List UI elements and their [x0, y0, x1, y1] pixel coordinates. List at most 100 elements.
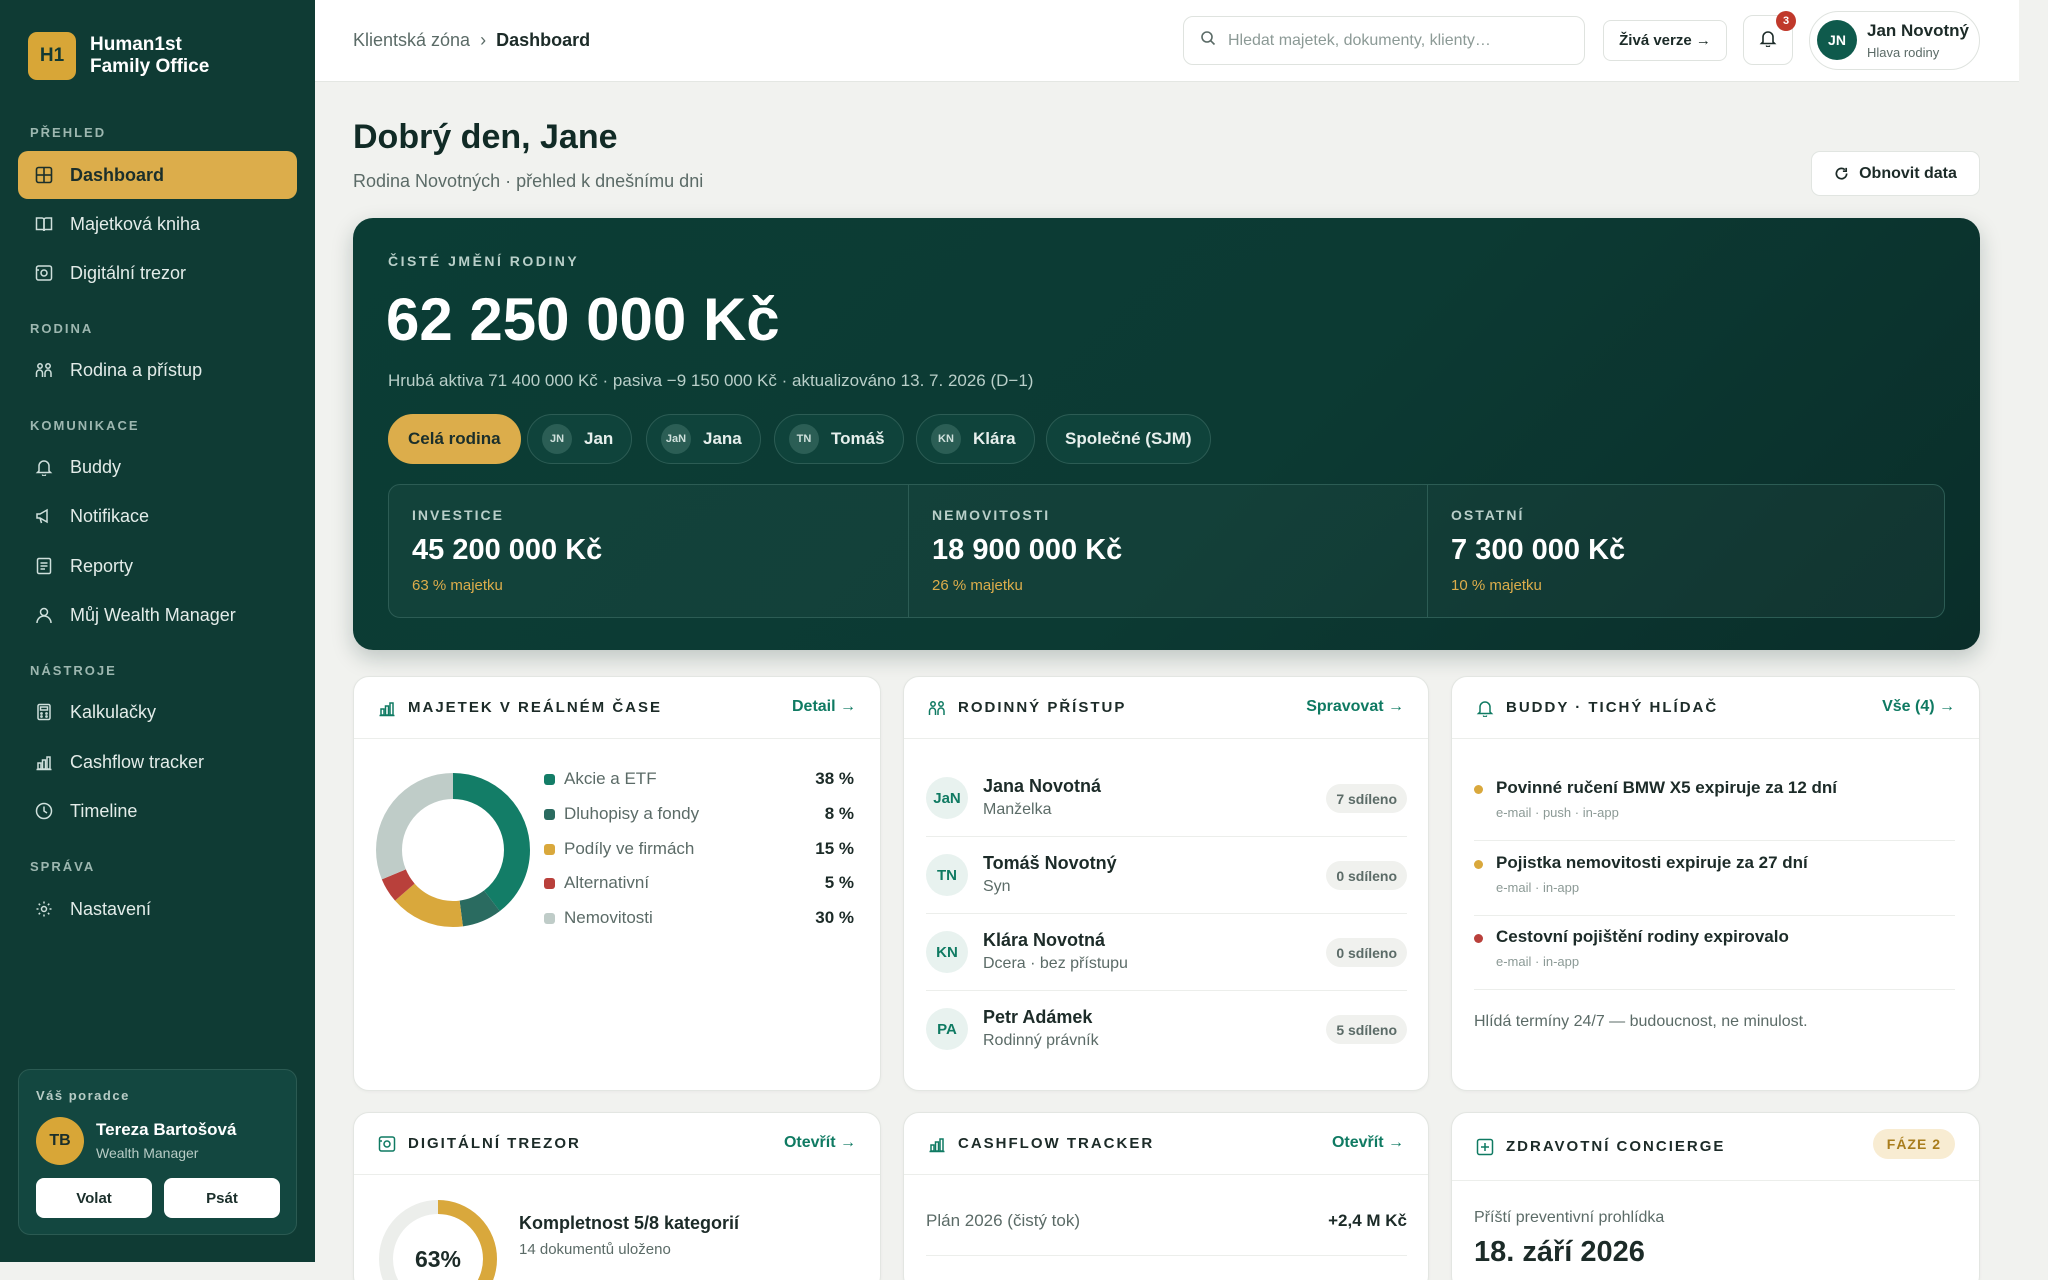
search-box[interactable] [1183, 16, 1585, 65]
vault-docs-count: 14 dokumentů uloženo [519, 1241, 671, 1258]
sidebar-item-majetkova-kniha[interactable]: Majetková kniha [18, 200, 297, 248]
legend-swatch [544, 878, 555, 889]
list-item[interactable]: TN Tomáš Novotný Syn 0 sdíleno [926, 838, 1407, 914]
brand-name-line1: Human1st [90, 34, 182, 55]
avatar: PA [926, 1008, 968, 1050]
legend-value: 15 % [815, 839, 854, 858]
buddy-note: Hlídá termíny 24/7 — budoucnost, ne minu… [1474, 1013, 1808, 1030]
megaphone-icon [34, 506, 54, 526]
user-menu[interactable]: JN Jan Novotný Hlava rodiny [1809, 11, 1980, 70]
sidebar-item-reporty[interactable]: Reporty [18, 542, 297, 590]
sidebar-item-label: Majetková kniha [70, 213, 201, 234]
sidebar-item-timeline[interactable]: Timeline [18, 787, 297, 835]
stat-value: 7 300 000 Kč [1451, 534, 1626, 566]
list-item[interactable]: JaN Jana Novotná Manželka 7 sdíleno [926, 761, 1407, 837]
nav-section-komunikace: KOMUNIKACE [30, 418, 140, 433]
alert-item[interactable]: Pojistka nemovitosti expiruje za 27 dní … [1474, 841, 1955, 916]
cashflow-row-label: Plán 2026 (čistý tok) [926, 1211, 1081, 1230]
search-icon [1200, 30, 1216, 51]
legend-item: Podíly ve firmách 15 % [544, 839, 854, 861]
all-alerts-link[interactable]: Vše (4) → [1882, 698, 1955, 716]
cashflow-card: CASHFLOW TRACKER Otevřít → Plán 2026 (či… [903, 1112, 1429, 1280]
sidebar-item-cashflow-tracker[interactable]: Cashflow tracker [18, 738, 297, 786]
user-icon [34, 605, 54, 625]
alert-item[interactable]: Cestovní pojištění rodiny expirovalo e-m… [1474, 915, 1955, 990]
refresh-button[interactable]: Obnovit data [1811, 151, 1980, 196]
family-icon [34, 360, 54, 380]
legend-label: Nemovitosti [564, 908, 653, 927]
live-version-button[interactable]: Živá verze → [1603, 20, 1727, 61]
alert-title: Cestovní pojištění rodiny expirovalo [1496, 927, 1789, 946]
legend-label: Akcie a ETF [564, 769, 657, 788]
member-name: Klára Novotná [983, 930, 1106, 950]
health-icon [1476, 1138, 1494, 1156]
sidebar-item-buddy[interactable]: Buddy [18, 443, 297, 491]
legend-value: 5 % [824, 873, 854, 892]
user-role: Hlava rodiny [1867, 45, 1940, 60]
sidebar-item-kalkulacky[interactable]: Kalkulačky [18, 688, 297, 736]
nav-section-nastroje: NÁSTROJE [30, 663, 117, 678]
sidebar-item-label: Rodina a přístup [70, 359, 203, 380]
avatar: JaN [926, 777, 968, 819]
sidebar-item-wealth-manager[interactable]: Můj Wealth Manager [18, 591, 297, 639]
sidebar-item-dashboard[interactable]: Dashboard [18, 151, 297, 199]
family-icon [928, 699, 946, 717]
chip-label: Klára [973, 429, 1016, 448]
assets-donut-chart [376, 773, 530, 927]
sidebar-item-label: Reporty [70, 555, 134, 576]
sidebar-item-label: Můj Wealth Manager [70, 604, 236, 625]
stat-percent: 63 % majetku [412, 577, 503, 594]
list-item[interactable]: KN Klára Novotná Dcera · bez přístupu 0 … [926, 915, 1407, 991]
chip-label: Jan [584, 429, 614, 448]
legend-swatch [544, 913, 555, 924]
sidebar-item-nastaveni[interactable]: Nastavení [18, 885, 297, 933]
legend-value: 38 % [815, 769, 854, 788]
alert-status-dot [1474, 934, 1483, 943]
sidebar-item-digitalni-trezor[interactable]: Digitální trezor [18, 249, 297, 297]
breadcrumb-root[interactable]: Klientská zóna [353, 30, 470, 51]
filter-chip-klara[interactable]: KN Klára [916, 414, 1035, 464]
filter-chip-cela-rodina[interactable]: Celá rodina [388, 414, 521, 464]
open-vault-link[interactable]: Otevřít → [784, 1134, 856, 1152]
legend-swatch [544, 844, 555, 855]
sidebar-item-notifikace[interactable]: Notifikace [18, 492, 297, 540]
card-title: ZDRAVOTNÍ CONCIERGE [1506, 1138, 1726, 1155]
write-button[interactable]: Psát [164, 1178, 280, 1218]
card-header: CASHFLOW TRACKER Otevřít → [904, 1113, 1428, 1175]
book-icon [34, 214, 54, 234]
search-input[interactable] [1228, 31, 1558, 50]
legend-label: Podíly ve firmách [564, 839, 695, 858]
call-button[interactable]: Volat [36, 1178, 152, 1218]
stat-label: NEMOVITOSTI [932, 507, 1051, 523]
brand[interactable]: H1 Human1st Family Office [28, 32, 209, 80]
alert-item[interactable]: Povinné ručení BMW X5 expiruje za 12 dní… [1474, 766, 1955, 841]
alert-channels: e-mail · push · in-app [1496, 805, 1619, 820]
buddy-card: BUDDY · TICHÝ HLÍDAČ Vše (4) → Povinné r… [1451, 676, 1980, 1091]
stat-value: 45 200 000 Kč [412, 534, 603, 566]
filter-chip-jan[interactable]: JN Jan [527, 414, 633, 464]
sidebar-item-label: Notifikace [70, 505, 150, 526]
filter-chip-spolecne[interactable]: Společné (SJM) [1046, 414, 1211, 464]
filter-chip-tomas[interactable]: TN Tomáš [774, 414, 904, 464]
card-header: BUDDY · TICHÝ HLÍDAČ Vše (4) → [1452, 677, 1979, 739]
legend-item: Akcie a ETF 38 % [544, 769, 854, 791]
avatar: JN [1817, 20, 1857, 60]
page-subtitle: Rodina Novotných · přehled k dnešnímu dn… [353, 171, 704, 191]
assets-detail-link[interactable]: Detail → [792, 698, 856, 716]
stat-percent: 10 % majetku [1451, 577, 1542, 594]
manage-family-link[interactable]: Spravovat → [1306, 698, 1404, 716]
next-checkup-date: 18. září 2026 [1474, 1236, 1645, 1268]
sidebar-item-label: Cashflow tracker [70, 751, 205, 772]
sidebar-item-rodina-a-pristup[interactable]: Rodina a přístup [18, 346, 297, 394]
bell-icon [1759, 29, 1777, 52]
filter-chip-jana[interactable]: JaN Jana [646, 414, 761, 464]
list-item[interactable]: PA Petr Adámek Rodinný právník 5 sdíleno [926, 992, 1407, 1068]
card-title: MAJETEK V REÁLNÉM ČASE [408, 699, 663, 716]
stat-ostatni: OSTATNÍ 7 300 000 Kč 10 % majetku [1427, 485, 1946, 617]
open-cashflow-link[interactable]: Otevřít → [1332, 1134, 1404, 1152]
gear-icon [34, 899, 54, 919]
advisor-name: Tereza Bartošová [96, 1120, 237, 1139]
chip-label: Jana [703, 429, 742, 448]
legend-swatch [544, 809, 555, 820]
nav-section-sprava: SPRÁVA [30, 859, 96, 874]
